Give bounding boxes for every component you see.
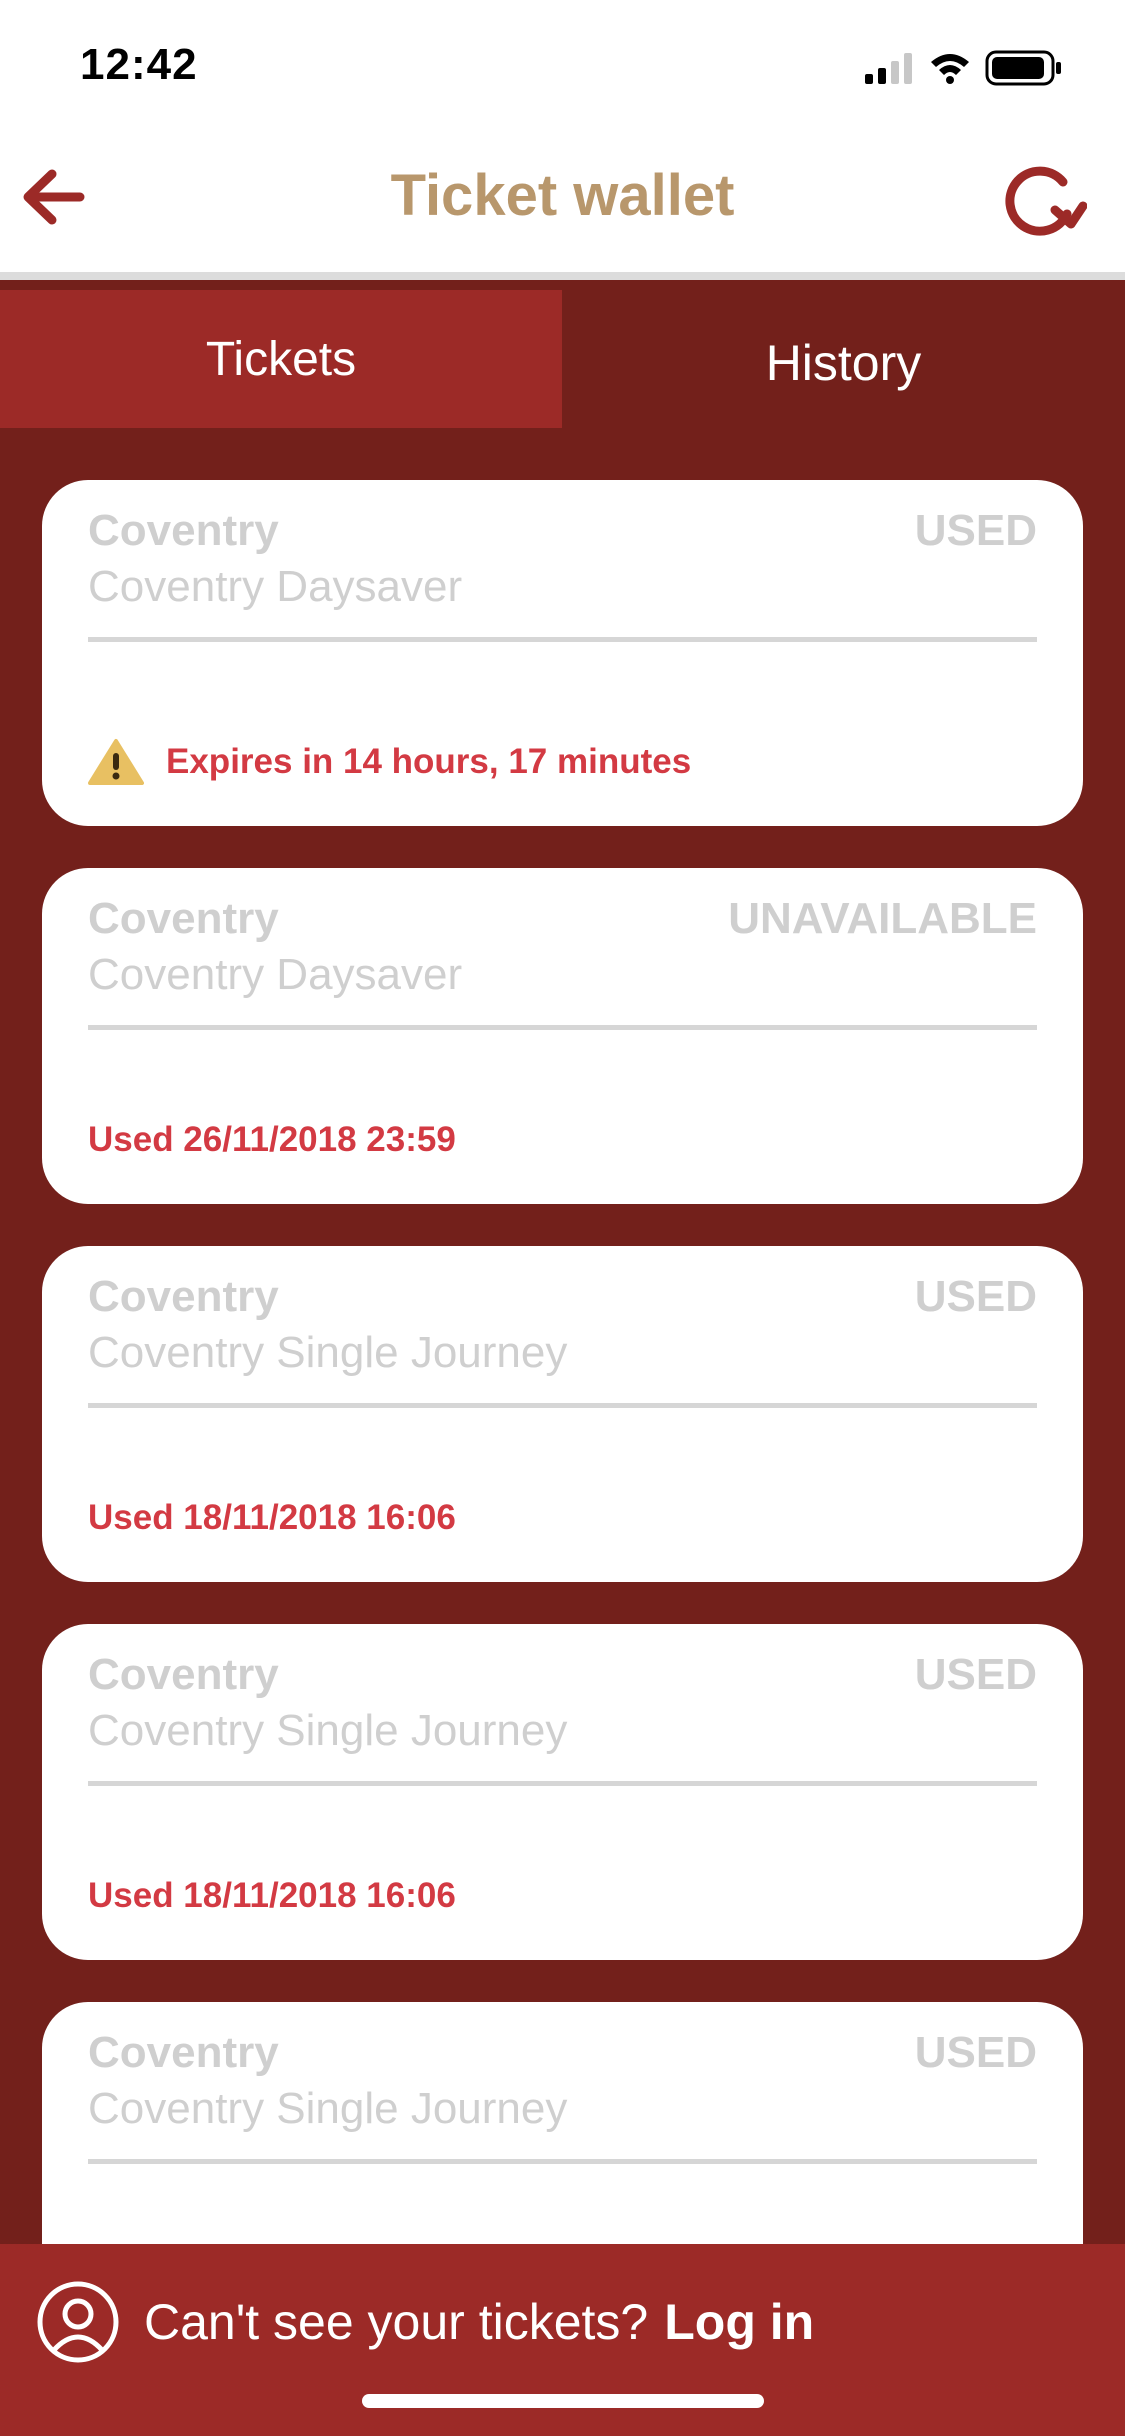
ticket-product: Coventry Single Journey — [88, 1328, 568, 1377]
tab-history[interactable]: History — [562, 290, 1125, 428]
ticket-product: Coventry Single Journey — [88, 2084, 568, 2133]
ticket-status: UNAVAILABLE — [728, 894, 1037, 943]
ticket-product: Coventry Daysaver — [88, 950, 463, 999]
ticket-operator: Coventry — [88, 506, 279, 555]
ticket-product: Coventry Single Journey — [88, 1706, 568, 1755]
home-indicator-bar — [362, 2394, 764, 2408]
status-icons — [865, 50, 1061, 86]
tab-bar: Tickets History — [0, 290, 1125, 428]
ticket-status: USED — [914, 506, 1037, 555]
ticket-divider — [88, 637, 1037, 642]
ticket-operator: Coventry — [88, 1272, 279, 1321]
warning-icon — [88, 739, 144, 785]
battery-icon — [985, 50, 1061, 86]
ticket-operator: Coventry — [88, 2028, 279, 2077]
ticket-operator: Coventry — [88, 1650, 279, 1699]
ticket-status: USED — [914, 1272, 1037, 1321]
status-time: 12:42 — [80, 40, 198, 89]
wifi-icon — [931, 54, 969, 84]
signal-icon — [865, 53, 912, 84]
user-icon — [37, 2281, 119, 2363]
login-link[interactable]: Log in — [664, 2293, 814, 2351]
ticket-divider — [88, 1781, 1037, 1786]
ticket-status: USED — [914, 1650, 1037, 1699]
ticket-divider — [88, 2159, 1037, 2164]
ticket-used-date: Used 26/11/2018 23:59 — [88, 1120, 456, 1159]
ticket-list: Coventry USED Coventry Daysaver Expires … — [42, 480, 1083, 2344]
navigation-bar: Ticket wallet — [0, 140, 1125, 280]
ticket-used-date: Used 18/11/2018 16:06 — [88, 1876, 456, 1915]
ticket-card[interactable]: Coventry USED Coventry Daysaver Expires … — [42, 480, 1083, 826]
ticket-expiry: Expires in 14 hours, 17 minutes — [88, 738, 691, 786]
login-prompt-text: Can't see your tickets? — [144, 2294, 649, 2350]
tab-tickets[interactable]: Tickets — [0, 290, 562, 428]
ticket-card[interactable]: Coventry USED Coventry Single Journey Us… — [42, 1246, 1083, 1582]
ticket-card[interactable]: Coventry USED Coventry Single Journey Us… — [42, 1624, 1083, 1960]
ticket-divider — [88, 1025, 1037, 1030]
ticket-product: Coventry Daysaver — [88, 562, 463, 611]
ticket-card[interactable]: Coventry UNAVAILABLE Coventry Daysaver U… — [42, 868, 1083, 1204]
refresh-icon[interactable] — [997, 162, 1087, 242]
ticket-footer-text: Expires in 14 hours, 17 minutes — [166, 742, 692, 781]
ticket-divider — [88, 1403, 1037, 1408]
page-title: Ticket wallet — [390, 163, 735, 228]
ticket-used-date: Used 18/11/2018 16:06 — [88, 1498, 456, 1537]
status-bar: 12:42 — [0, 0, 1125, 140]
ticket-status: USED — [914, 2028, 1037, 2077]
